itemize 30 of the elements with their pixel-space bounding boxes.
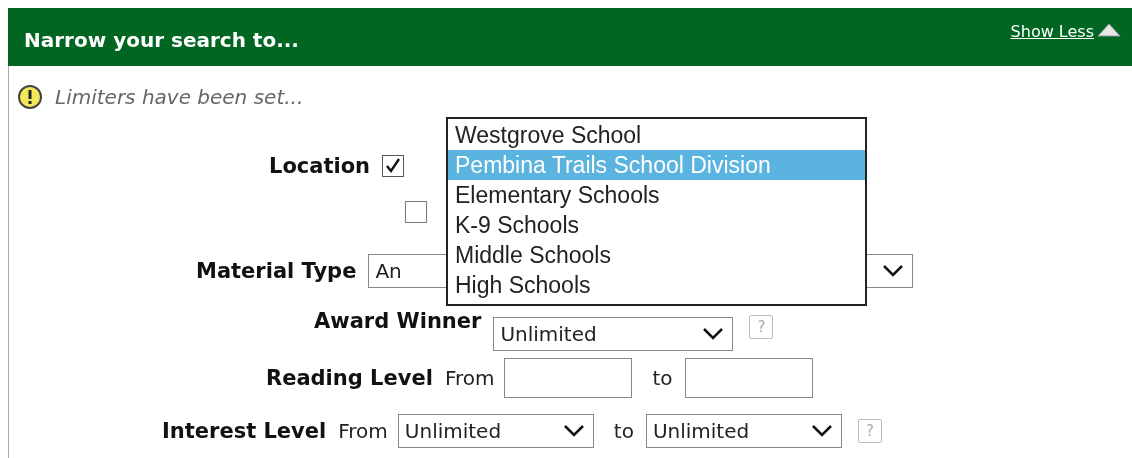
checkbox[interactable] xyxy=(405,201,427,223)
dropdown-option[interactable]: Westgrove School xyxy=(448,120,865,150)
to-label: to xyxy=(613,419,634,443)
dropdown-option[interactable]: Elementary Schools xyxy=(448,180,865,210)
panel-title: Narrow your search to... xyxy=(24,27,300,52)
show-less-link[interactable]: Show Less xyxy=(1010,22,1094,41)
warning-icon xyxy=(17,84,43,110)
to-select[interactable]: Unlimited xyxy=(645,414,842,448)
collapse-icon[interactable] xyxy=(1096,22,1122,38)
field-label: Location xyxy=(269,154,371,178)
chevron-down-icon xyxy=(810,424,833,438)
from-select[interactable]: Unlimited xyxy=(397,414,594,448)
field-label: Interest Level xyxy=(162,419,327,443)
checkbox[interactable] xyxy=(382,155,405,177)
field-label: Reading Level xyxy=(266,366,433,390)
field-label: Award Winner xyxy=(314,309,482,333)
award-winner-select[interactable]: Unlimited xyxy=(493,317,734,351)
chevron-down-icon xyxy=(702,327,725,341)
dropdown-option[interactable]: High Schools xyxy=(448,270,865,300)
input-field[interactable] xyxy=(684,358,813,398)
field-label: Material Type xyxy=(196,259,357,283)
input-field[interactable] xyxy=(504,358,633,398)
notice-text: Limiters have been set... xyxy=(55,85,304,109)
chevron-down-icon xyxy=(562,424,585,438)
from-label: From xyxy=(444,366,495,390)
from-label: From xyxy=(338,419,388,443)
to-label: to xyxy=(652,366,673,390)
dropdown-option[interactable]: Middle Schools xyxy=(448,240,865,270)
chevron-down-icon xyxy=(882,264,905,278)
dropdown-option[interactable]: K-9 Schools xyxy=(448,210,865,240)
